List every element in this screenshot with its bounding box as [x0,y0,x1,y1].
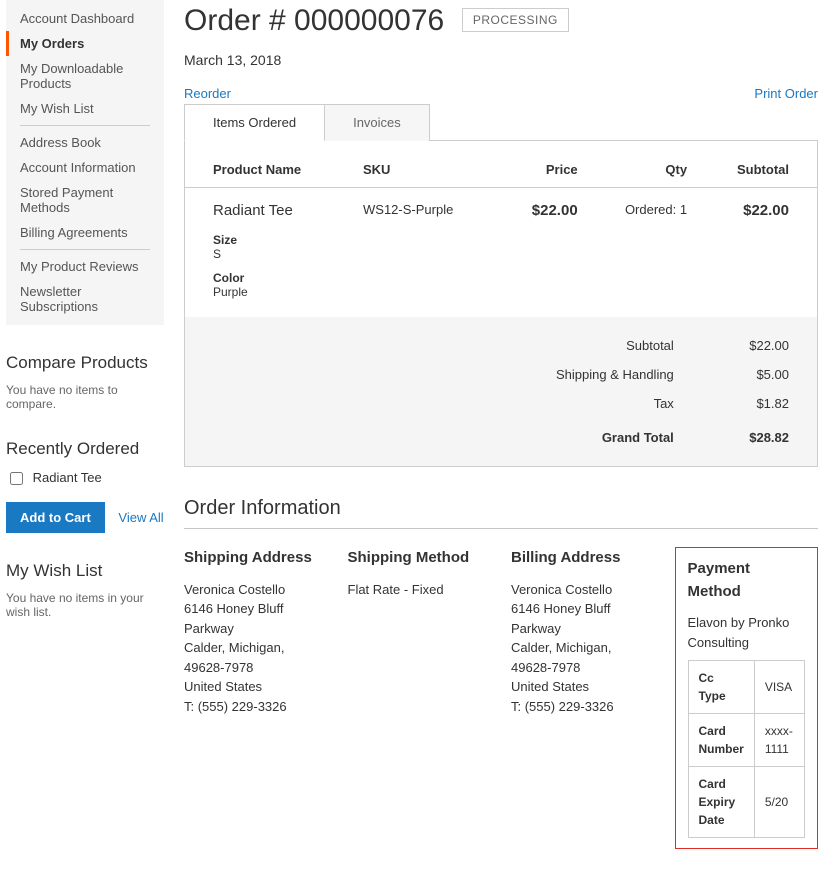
cc-type-label: Cc Type [688,661,754,714]
ship-line: 6146 Honey Bluff Parkway [184,599,328,638]
tab-invoices[interactable]: Invoices [325,104,430,141]
opt-color-value: Purple [213,285,807,299]
table-row: Radiant Tee WS12-S-Purple $22.00 Ordered… [185,188,817,224]
item-price: $22.00 [500,188,588,224]
payment-details-table: Cc Type VISA Card Number xxxx-1111 Card … [688,660,806,838]
card-number-value: xxxx-1111 [754,714,804,767]
sidebar-item-my-orders[interactable]: My Orders [6,31,164,56]
item-options: Size S Color Purple [185,223,817,317]
wishlist-title: My Wish List [6,561,164,581]
order-info-heading: Order Information [184,497,818,529]
cc-type-value: VISA [754,661,804,714]
sidebar-item-my-downloadable-products[interactable]: My Downloadable Products [6,56,164,96]
view-all-link[interactable]: View All [118,510,163,525]
recently-ordered-title: Recently Ordered [6,439,164,459]
sidebar-item-account-information[interactable]: Account Information [6,155,164,180]
sidebar-item-newsletter-subscriptions[interactable]: Newsletter Subscriptions [6,279,164,319]
ship-line: Calder, Michigan, 49628-7978 [184,638,328,677]
bill-line: T: (555) 229-3326 [511,697,655,717]
order-totals: Subtotal $22.00 Shipping & Handling $5.0… [185,317,817,466]
sidebar-item-my-wish-list[interactable]: My Wish List [6,96,164,121]
ship-line: T: (555) 229-3326 [184,697,328,717]
bill-line: Veronica Costello [511,580,655,600]
account-nav: Account DashboardMy OrdersMy Downloadabl… [6,0,164,325]
ship-line: Veronica Costello [184,580,328,600]
status-badge: PROCESSING [462,8,569,32]
card-expiry-label: Card Expiry Date [688,767,754,838]
order-tabs: Items Ordered Invoices [184,103,818,141]
shipping-address-title: Shipping Address [184,547,328,570]
print-order-link[interactable]: Print Order [754,86,818,101]
bill-line: United States [511,677,655,697]
items-panel: Product Name SKU Price Qty Subtotal Radi… [184,140,818,467]
order-date: March 13, 2018 [184,52,818,68]
billing-address-block: Billing Address Veronica Costello 6146 H… [511,547,675,849]
item-subtotal: $22.00 [697,188,817,224]
add-to-cart-button[interactable]: Add to Cart [6,502,105,533]
sidebar-item-billing-agreements[interactable]: Billing Agreements [6,220,164,245]
col-price: Price [500,140,588,188]
subtotal-label: Subtotal [213,331,674,360]
bill-line: 6146 Honey Bluff Parkway [511,599,655,638]
tax-value: $1.82 [674,389,789,418]
recent-item-checkbox[interactable] [10,472,23,485]
subtotal-value: $22.00 [674,331,789,360]
col-subtotal: Subtotal [697,140,817,188]
item-name: Radiant Tee [185,188,353,224]
sidebar-item-stored-payment-methods[interactable]: Stored Payment Methods [6,180,164,220]
sidebar-item-address-book[interactable]: Address Book [6,130,164,155]
card-expiry-value: 5/20 [754,767,804,838]
opt-size-label: Size [213,233,807,247]
shipping-method-title: Shipping Method [348,547,492,570]
compare-block: Compare Products You have no items to co… [6,353,164,411]
payment-method-title: Payment Method [688,558,806,603]
compare-title: Compare Products [6,353,164,373]
sidebar-item-my-product-reviews[interactable]: My Product Reviews [6,254,164,279]
bill-line: Calder, Michigan, 49628-7978 [511,638,655,677]
shipping-method-block: Shipping Method Flat Rate - Fixed [348,547,512,849]
reorder-link[interactable]: Reorder [184,86,231,101]
item-qty: Ordered: 1 [588,188,697,224]
opt-color-label: Color [213,271,807,285]
wishlist-empty: You have no items in your wish list. [6,591,164,619]
payment-provider: Elavon by Pronko Consulting [688,613,806,652]
col-sku: SKU [353,140,500,188]
ship-line: United States [184,677,328,697]
recent-item-label: Radiant Tee [33,470,102,485]
shipping-label: Shipping & Handling [213,360,674,389]
sidebar-item-account-dashboard[interactable]: Account Dashboard [6,6,164,31]
shipping-value: $5.00 [674,360,789,389]
billing-address-title: Billing Address [511,547,655,570]
tab-items-ordered[interactable]: Items Ordered [184,104,325,141]
recently-ordered-block: Recently Ordered Radiant Tee Add to Cart… [6,439,164,533]
page-title: Order # 000000076 [184,4,444,38]
items-table: Product Name SKU Price Qty Subtotal Radi… [185,140,817,317]
grandtotal-value: $28.82 [674,418,789,452]
col-name: Product Name [185,140,353,188]
item-sku: WS12-S-Purple [353,188,500,224]
wishlist-block: My Wish List You have no items in your w… [6,561,164,619]
tax-label: Tax [213,389,674,418]
card-number-label: Card Number [688,714,754,767]
payment-method-block: Payment Method Elavon by Pronko Consulti… [675,547,819,849]
shipping-address-block: Shipping Address Veronica Costello 6146 … [184,547,348,849]
shipping-method-value: Flat Rate - Fixed [348,580,492,600]
col-qty: Qty [588,140,697,188]
compare-empty: You have no items to compare. [6,383,164,411]
opt-size-value: S [213,247,807,261]
grandtotal-label: Grand Total [213,418,674,452]
